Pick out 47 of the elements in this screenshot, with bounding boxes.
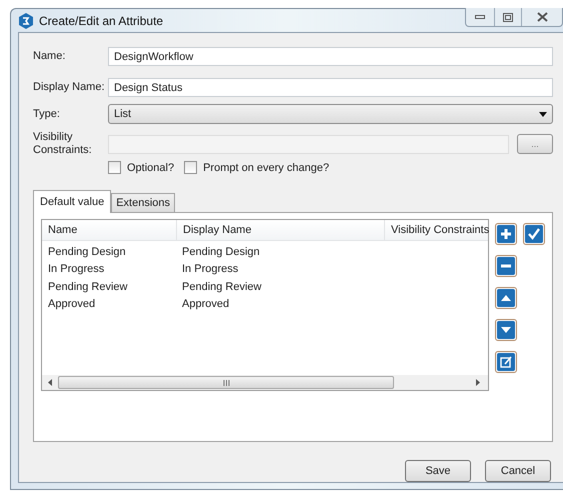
field-label: Display Name: — [33, 81, 106, 94]
field-label: Visibility Constraints: — [33, 131, 93, 157]
dropdown-arrow-icon — [539, 112, 547, 116]
tab[interactable]: Extensions — [111, 193, 176, 213]
checkbox[interactable] — [184, 161, 198, 174]
plus-icon — [497, 225, 515, 243]
remove-button[interactable] — [495, 255, 517, 277]
table-cell-text: Pending Review — [181, 280, 262, 293]
move-up-button[interactable] — [495, 287, 517, 309]
minus-icon — [497, 257, 515, 275]
table-cell-text: Approved — [47, 298, 96, 310]
tab[interactable]: Default value — [33, 190, 112, 213]
table-cell-text: In Progress — [47, 263, 106, 276]
column-header[interactable]: Visibility Constraints — [384, 220, 490, 240]
scroll-right-icon — [476, 379, 480, 386]
column-header[interactable]: Name — [42, 220, 176, 240]
edit-icon — [497, 353, 515, 371]
checkbox-label: Optional? — [127, 162, 174, 174]
move-down-button[interactable] — [495, 319, 517, 341]
field-label: Name: — [33, 50, 66, 63]
checkbox-label: Prompt on every change? — [203, 162, 330, 174]
grip-icon — [222, 380, 230, 386]
window-title: Create/Edit an Attribute — [39, 14, 164, 28]
maximize-icon — [503, 12, 513, 22]
app-logo-icon — [19, 12, 33, 28]
table-cell-text: In Progress — [181, 263, 240, 276]
type-dropdown[interactable]: List — [108, 104, 553, 124]
table-cell-text: Pending Design — [47, 246, 127, 258]
add-button[interactable] — [495, 223, 517, 245]
table-cell-text: Pending Review — [47, 280, 128, 293]
confirm-button[interactable] — [523, 223, 545, 245]
field-label: Type: — [33, 108, 61, 120]
horizontal-scrollbar[interactable] — [42, 375, 488, 390]
scrollbar-thumb[interactable] — [58, 376, 394, 389]
table-cell-text: Approved — [181, 298, 230, 310]
text-field[interactable]: Design Status — [108, 78, 553, 97]
minimize-icon — [475, 15, 485, 19]
dialog-button[interactable]: Cancel — [485, 460, 551, 482]
column-header[interactable]: Display Name — [176, 220, 384, 240]
edit-button[interactable] — [495, 351, 517, 373]
checkmark-icon — [525, 225, 543, 243]
checkbox[interactable] — [108, 161, 121, 174]
close-icon — [536, 12, 548, 22]
table-cell-text: Pending Design — [181, 246, 261, 258]
text-field[interactable]: DesignWorkflow — [108, 47, 553, 66]
scroll-left-icon — [48, 379, 52, 386]
dialog-button[interactable]: Save — [405, 460, 471, 482]
